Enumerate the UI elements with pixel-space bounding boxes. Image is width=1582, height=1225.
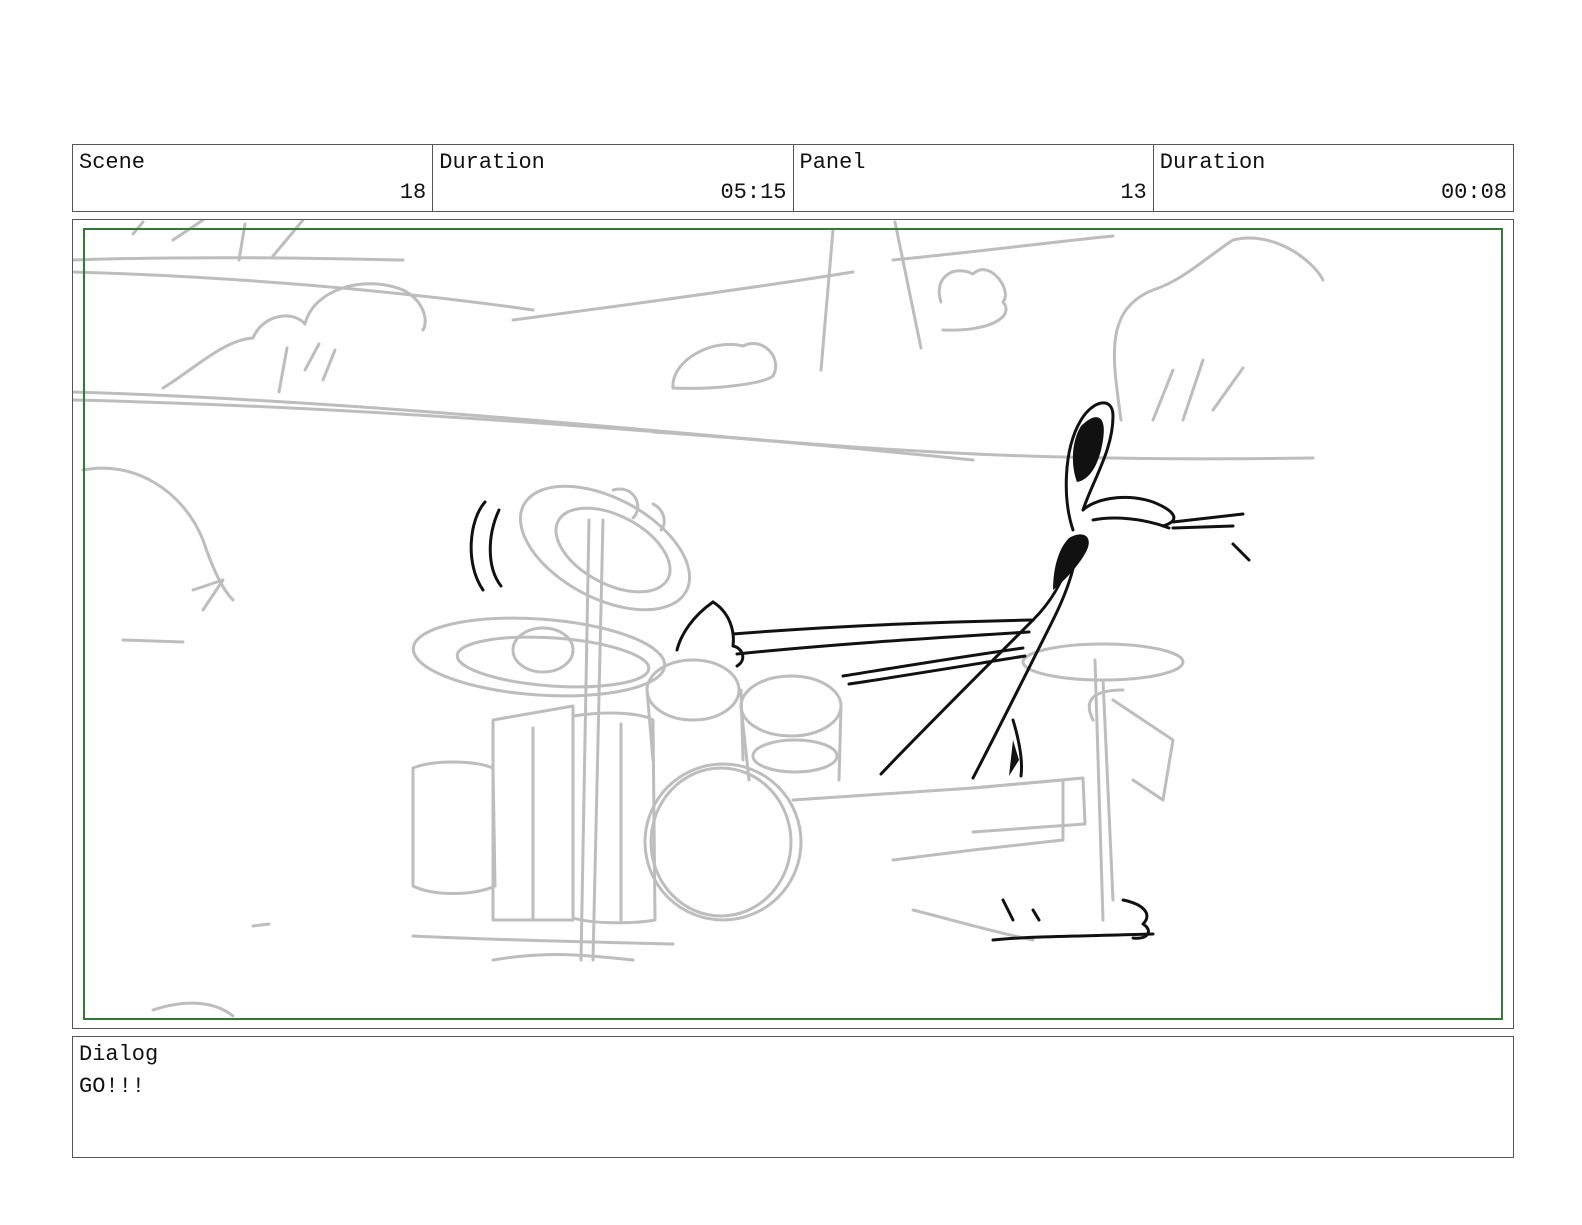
- storyboard-sketch: [73, 220, 1325, 1018]
- scene-duration-value: 05:15: [720, 180, 787, 205]
- dialog-text: GO!!!: [79, 1074, 146, 1099]
- scene-duration-label: Duration: [439, 150, 545, 175]
- scene-label: Scene: [79, 150, 146, 175]
- scene-cell: Scene 18: [73, 145, 434, 211]
- dialog-box: Dialog GO!!!: [72, 1036, 1514, 1158]
- panel-duration-value: 00:08: [1440, 180, 1507, 205]
- panel-number: 13: [1120, 180, 1147, 205]
- panel-duration-cell: Duration 00:08: [1154, 145, 1513, 211]
- dialog-label: Dialog: [79, 1042, 159, 1067]
- scene-duration-cell: Duration 05:15: [433, 145, 794, 211]
- panel-label: Panel: [799, 150, 866, 175]
- scene-number: 18: [399, 180, 427, 205]
- panel-info-table: Scene 18 Duration 05:15 Panel 13 Duratio…: [72, 144, 1514, 212]
- storyboard-panel: [72, 219, 1514, 1029]
- panel-duration-label: Duration: [1159, 150, 1266, 175]
- panel-cell: Panel 13: [794, 145, 1154, 211]
